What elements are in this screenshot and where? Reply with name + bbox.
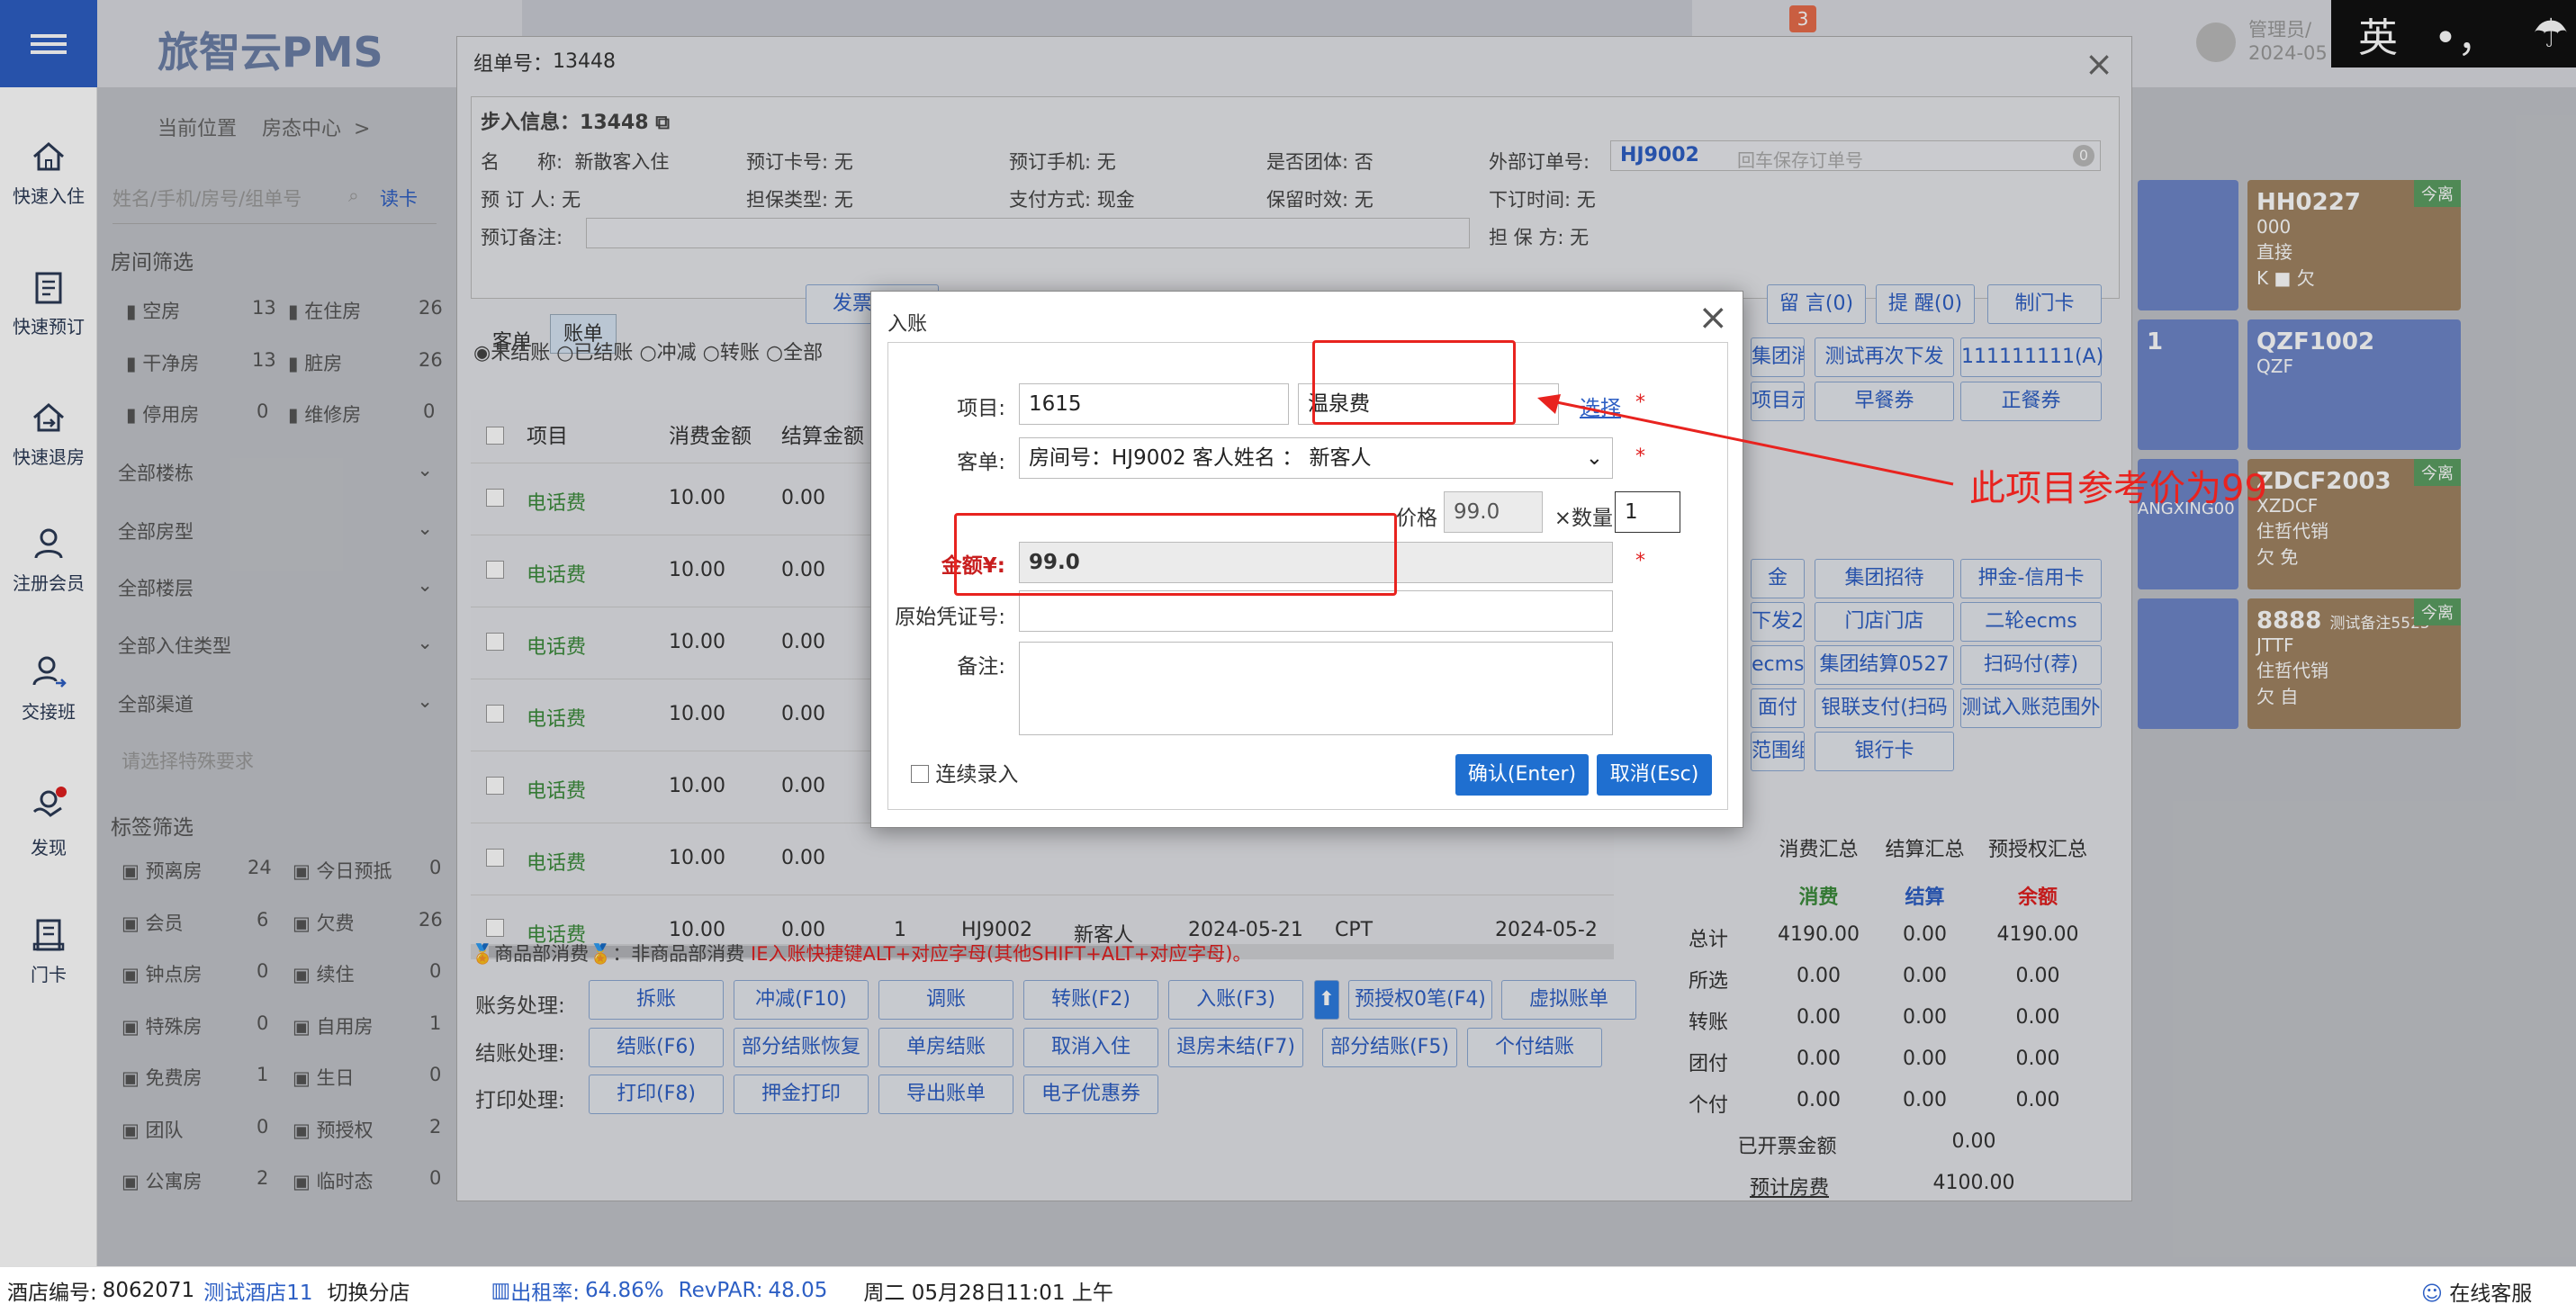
occupancy-label: 出租率:: [510, 1281, 580, 1305]
revpar-value: 48.05: [768, 1278, 828, 1302]
online-service-label: 在线客服: [2449, 1282, 2533, 1306]
cancel-button[interactable]: 取消(Esc): [1597, 754, 1712, 796]
datetime: 周二 05月28日11:01 上午: [863, 1281, 1113, 1305]
guest-select-value: 房间号：HJ9002 客人姓名 ： 新客人: [1029, 446, 1372, 470]
continuous-entry[interactable]: 连续录入: [911, 757, 1018, 787]
item-code-input[interactable]: 1615: [1019, 383, 1289, 425]
chart-icon: ▥: [491, 1278, 511, 1302]
required-mark: *: [1635, 550, 1645, 572]
revpar-label: RevPAR:: [678, 1278, 763, 1302]
remark-label: 备注:: [957, 655, 1005, 679]
voucher-label: 原始凭证号:: [895, 606, 1005, 629]
headset-icon: ☺: [2421, 1282, 2443, 1306]
remark-textarea[interactable]: [1019, 642, 1613, 735]
switch-branch-link[interactable]: 切换分店: [327, 1275, 410, 1306]
continuous-label: 连续录入: [935, 763, 1019, 787]
price-label: 价格: [1396, 507, 1437, 530]
close-icon[interactable]: ×: [1698, 297, 1728, 338]
annotation-box-item: [1312, 340, 1516, 425]
occupancy-value: 64.86%: [584, 1278, 664, 1302]
hotel-name-link[interactable]: 测试酒店11: [203, 1275, 312, 1306]
hotel-no: 8062071: [102, 1278, 195, 1302]
continuous-checkbox[interactable]: [911, 765, 929, 783]
annotation-box-amount: [954, 513, 1397, 596]
online-service-button[interactable]: ☺ 在线客服: [2421, 1276, 2532, 1307]
hotel-no-label: 酒店编号:: [7, 1281, 97, 1305]
quantity-label: ×数量: [1554, 507, 1613, 530]
guest-select[interactable]: 房间号：HJ9002 客人姓名 ： 新客人 ⌄: [1019, 437, 1613, 479]
voucher-input[interactable]: [1019, 590, 1613, 632]
item-label: 项目:: [957, 397, 1005, 420]
status-bar: 酒店编号: 8062071 测试酒店11 切换分店 ▥ 出租率: 64.86% …: [0, 1266, 2576, 1313]
annotation-arrow-icon: [1537, 394, 1954, 486]
annotation-text: 此项目参考价为99: [1969, 468, 2267, 509]
price-input[interactable]: 99.0: [1444, 491, 1543, 533]
confirm-button[interactable]: 确认(Enter): [1455, 754, 1589, 796]
guest-label: 客单:: [957, 451, 1005, 474]
dialog-title: 入账: [887, 313, 928, 336]
